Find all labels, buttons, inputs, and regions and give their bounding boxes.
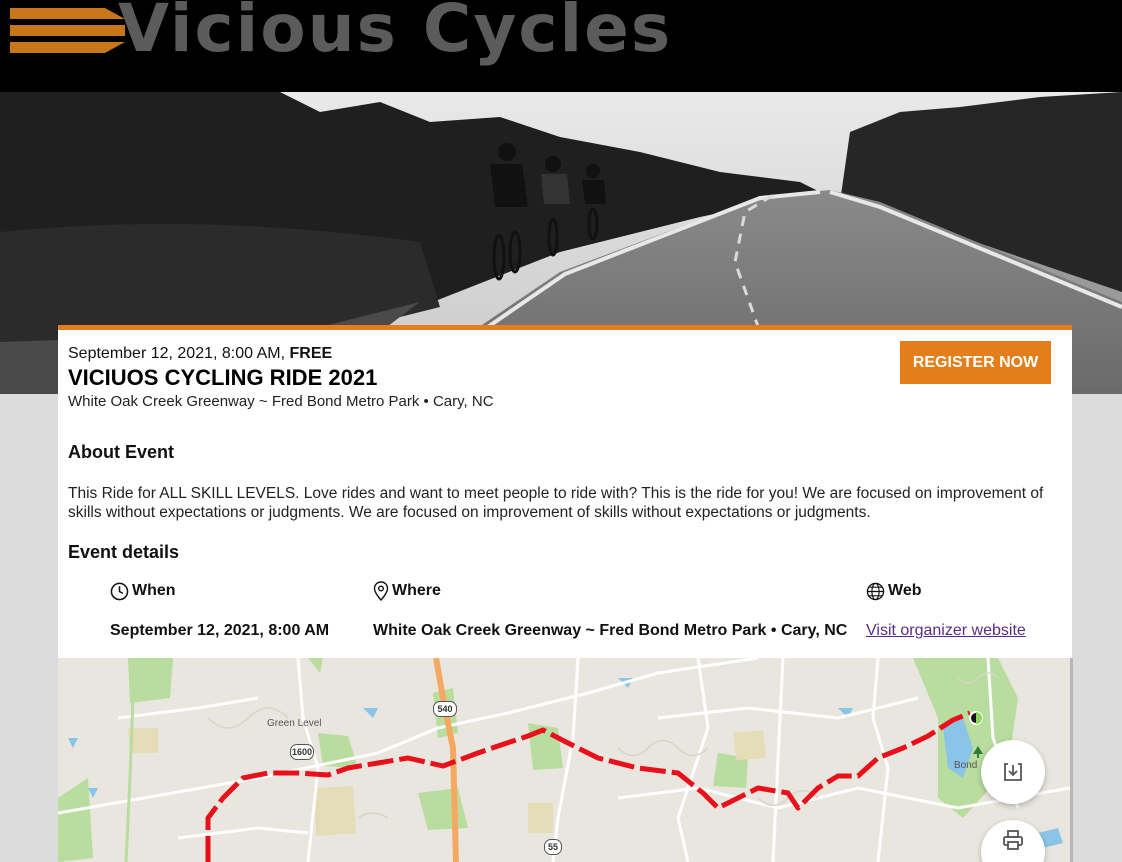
clock-icon [110, 582, 129, 600]
detail-when: When September 12, 2021, 8:00 AM [110, 580, 329, 640]
download-icon [1004, 763, 1022, 781]
event-price: FREE [289, 345, 333, 362]
map-label-green-level: Green Level [267, 718, 322, 729]
map-pin-icon [373, 581, 389, 601]
event-details-heading: Event details [68, 542, 180, 562]
event-date-line: September 12, 2021, 8:00 AM, FREE [68, 345, 332, 363]
map-canvas [58, 658, 1070, 862]
when-value: September 12, 2021, 8:00 AM [110, 622, 330, 639]
map-label-bond: Bond [954, 760, 978, 771]
about-event-heading: About Event [68, 442, 174, 462]
route-map[interactable]: Green Level Bond 540 1600 55 [58, 658, 1070, 862]
print-icon [1003, 830, 1023, 850]
detail-web: Web Visit organizer website [866, 580, 1026, 640]
where-value: White Oak Creek Greenway ~ Fred Bond Met… [373, 622, 848, 639]
globe-icon [866, 582, 885, 600]
web-label: Web [888, 582, 922, 599]
detail-where: Where White Oak Creek Greenway ~ Fred Bo… [373, 580, 847, 640]
logo-bars-icon [10, 8, 125, 53]
event-card: September 12, 2021, 8:00 AM, FREE VICIUO… [58, 325, 1072, 658]
where-label: Where [392, 582, 441, 599]
download-route-button[interactable] [981, 740, 1045, 804]
route-55-shield: 55 [544, 839, 562, 855]
route-540-shield: 540 [433, 701, 457, 717]
site-header: Vicious Cycles [0, 0, 1122, 92]
register-now-button[interactable]: REGISTER NOW [900, 341, 1051, 384]
event-location: White Oak Creek Greenway ~ Fred Bond Met… [68, 393, 494, 410]
organizer-website-link[interactable]: Visit organizer website [866, 622, 1026, 640]
map-scrollbar[interactable] [1070, 658, 1073, 862]
site-logo[interactable]: Vicious Cycles [118, 0, 672, 67]
event-title: VICIUOS CYCLING RIDE 2021 [68, 365, 378, 390]
route-1600-shield: 1600 [290, 744, 314, 760]
about-event-text: This Ride for ALL SKILL LEVELS. Love rid… [68, 485, 1044, 521]
event-date: September 12, 2021, 8:00 AM, [68, 345, 286, 362]
when-label: When [132, 582, 176, 599]
